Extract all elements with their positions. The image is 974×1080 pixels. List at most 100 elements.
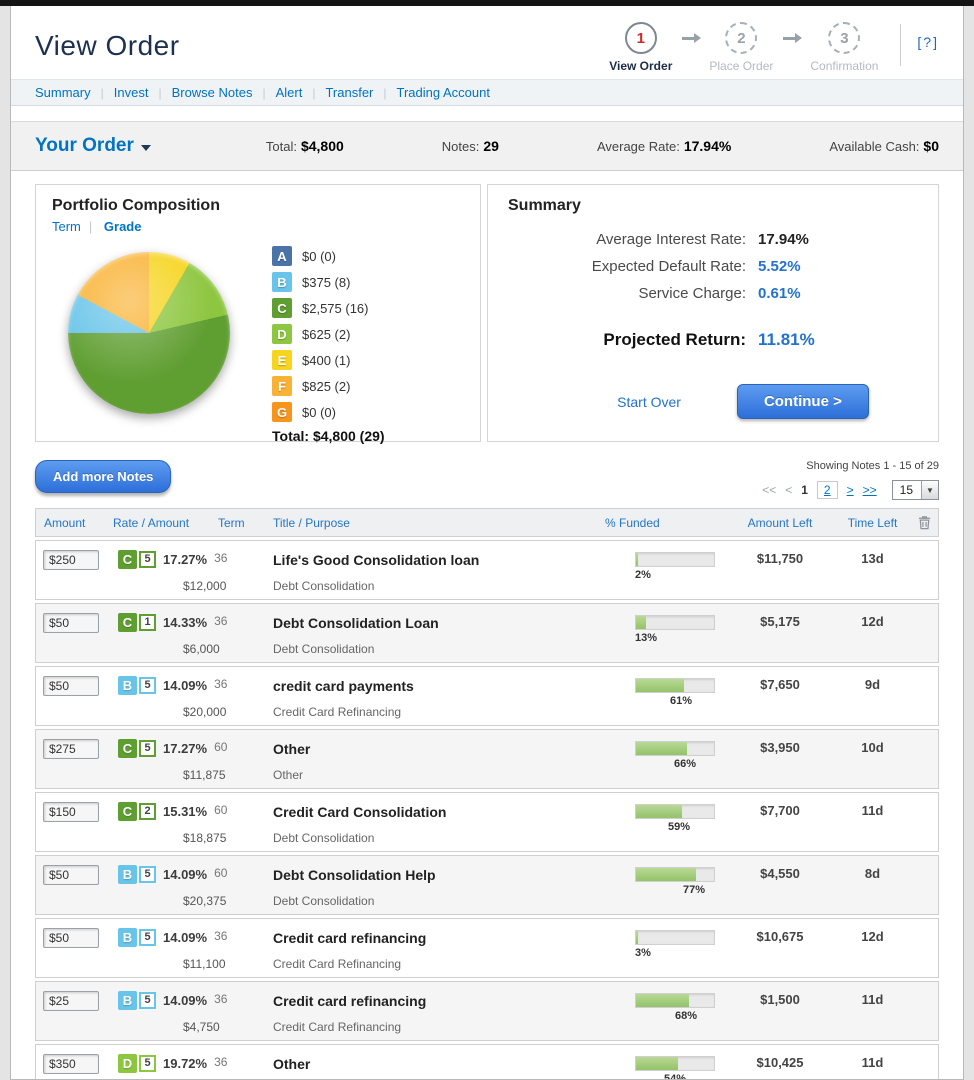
note-title[interactable]: Credit card refinancing [273,928,605,946]
nav-link[interactable]: Browse Notes [172,85,253,100]
amount-input[interactable] [43,928,99,948]
step-number: 1 [625,22,657,54]
funded-bar-fill [636,931,638,944]
summary-value: 5.52% [758,258,918,275]
note-purpose: Credit Card Refinancing [273,1020,605,1034]
funded-bar [635,867,715,882]
funded-bar [635,993,715,1008]
step-number: 3 [828,22,860,54]
note-title[interactable]: Credit card refinancing [273,991,605,1009]
col-header-funded[interactable]: % Funded [605,516,725,530]
amount-input[interactable] [43,802,99,822]
note-title[interactable]: Life's Good Consolidation loan [273,550,605,568]
table-body: C 5 17.27% 36 $12,000 Life's Good Consol… [35,540,939,1080]
step-number: 2 [725,22,757,54]
step-arrow-icon [783,37,796,40]
summary-value: 17.94% [758,231,918,248]
note-purpose: Debt Consolidation [273,642,605,656]
note-term: 36 [214,929,227,943]
pager-next[interactable]: > [847,483,854,497]
grade-swatch: A [272,246,292,266]
pager-last[interactable]: >> [863,483,877,497]
continue-button[interactable]: Continue > [737,384,869,419]
pager-page-2[interactable]: 2 [817,481,838,499]
add-more-notes-button[interactable]: Add more Notes [35,460,171,493]
amount-input[interactable] [43,865,99,885]
summary-row: Service Charge: 0.61% [508,285,918,302]
nav-link[interactable]: Invest [114,85,149,100]
grade-swatch: B [272,272,292,292]
note-title[interactable]: credit card payments [273,676,605,694]
note-rate: 14.33% [163,615,207,630]
grade-badge: D [118,1054,137,1073]
stat-value: 17.94% [684,138,731,154]
nav-link[interactable]: Alert [276,85,303,100]
amount-input[interactable] [43,991,99,1011]
page-size-select[interactable]: 15 ▼ [892,480,939,500]
loan-amount: $11,100 [183,957,273,971]
grade-swatch: C [272,298,292,318]
summary-row: Average Interest Rate: 17.94% [508,231,918,248]
pager-prev[interactable]: < [785,483,792,497]
legend-text: $0 (0) [302,405,336,420]
step-indicator: 1 View Order 2 Place Order [609,22,878,73]
note-term: 36 [214,992,227,1006]
funded-bar [635,741,715,756]
grade-badge: C [118,802,137,821]
pager-page-1[interactable]: 1 [801,483,808,497]
amount-input[interactable] [43,1054,99,1074]
loan-amount: $20,000 [183,705,273,719]
summary-label: Average Interest Rate: [508,231,746,248]
col-header-amount-left[interactable]: Amount Left [725,516,835,530]
col-header-amount[interactable]: Amount [36,516,113,530]
loan-amount: $12,000 [183,579,273,593]
note-title[interactable]: Other [273,739,605,757]
nav-link[interactable]: Summary [35,85,91,100]
note-rate: 17.27% [163,552,207,567]
legend-text: $0 (0) [302,249,336,264]
note-title[interactable]: Debt Consolidation Help [273,865,605,883]
nav-link[interactable]: Trading Account [397,85,490,100]
nav-link[interactable]: Transfer [325,85,373,100]
col-header-time-left[interactable]: Time Left [835,516,910,530]
pager-first[interactable]: << [762,483,776,497]
funded-bar-fill [636,616,646,629]
portfolio-tab[interactable]: Term [52,219,81,234]
legend-total: Total: $4,800 (29) [272,428,385,444]
trash-icon[interactable] [917,515,932,533]
legend-item: C $2,575 (16) [272,298,385,318]
nav-item: Browse Notes [148,85,252,100]
amount-input[interactable] [43,613,99,633]
note-rate: 14.09% [163,993,207,1008]
funded-bar [635,678,715,693]
note-title[interactable]: Other [273,1054,605,1072]
funded-bar [635,1056,715,1071]
grade-swatch: D [272,324,292,344]
order-stat: Notes:29 [442,138,499,154]
funded-label: 13% [605,632,725,644]
time-left: 13d [861,548,883,566]
col-header-rate-amount[interactable]: Rate / Amount [113,516,218,530]
col-header-term[interactable]: Term [218,516,273,530]
amount-input[interactable] [43,676,99,696]
note-row: B 5 14.09% 36 $20,000 credit card paymen… [35,666,939,726]
time-left: 12d [861,926,883,944]
note-term: 60 [214,803,227,817]
your-order-dropdown[interactable]: Your Order [35,135,151,157]
legend-text: $2,575 (16) [302,301,369,316]
note-row: D 5 19.72% 36 $22,800 Other Other 54% $1… [35,1044,939,1080]
amount-input[interactable] [43,550,99,570]
nav-item: Invest [91,85,149,100]
col-header-title-purpose[interactable]: Title / Purpose [273,516,605,530]
funded-bar-fill [636,553,638,566]
help-link[interactable]: [?] [917,22,939,50]
amount-input[interactable] [43,739,99,759]
pie-chart [68,252,230,414]
note-title[interactable]: Debt Consolidation Loan [273,613,605,631]
legend-item: G $0 (0) [272,402,385,422]
note-title[interactable]: Credit Card Consolidation [273,802,605,820]
start-over-link[interactable]: Start Over [617,394,681,410]
main-nav: Summary Invest Browse Notes Alert Transf… [11,79,963,106]
portfolio-tab[interactable]: Grade [104,219,142,234]
order-stat: Available Cash:$0 [829,138,939,154]
